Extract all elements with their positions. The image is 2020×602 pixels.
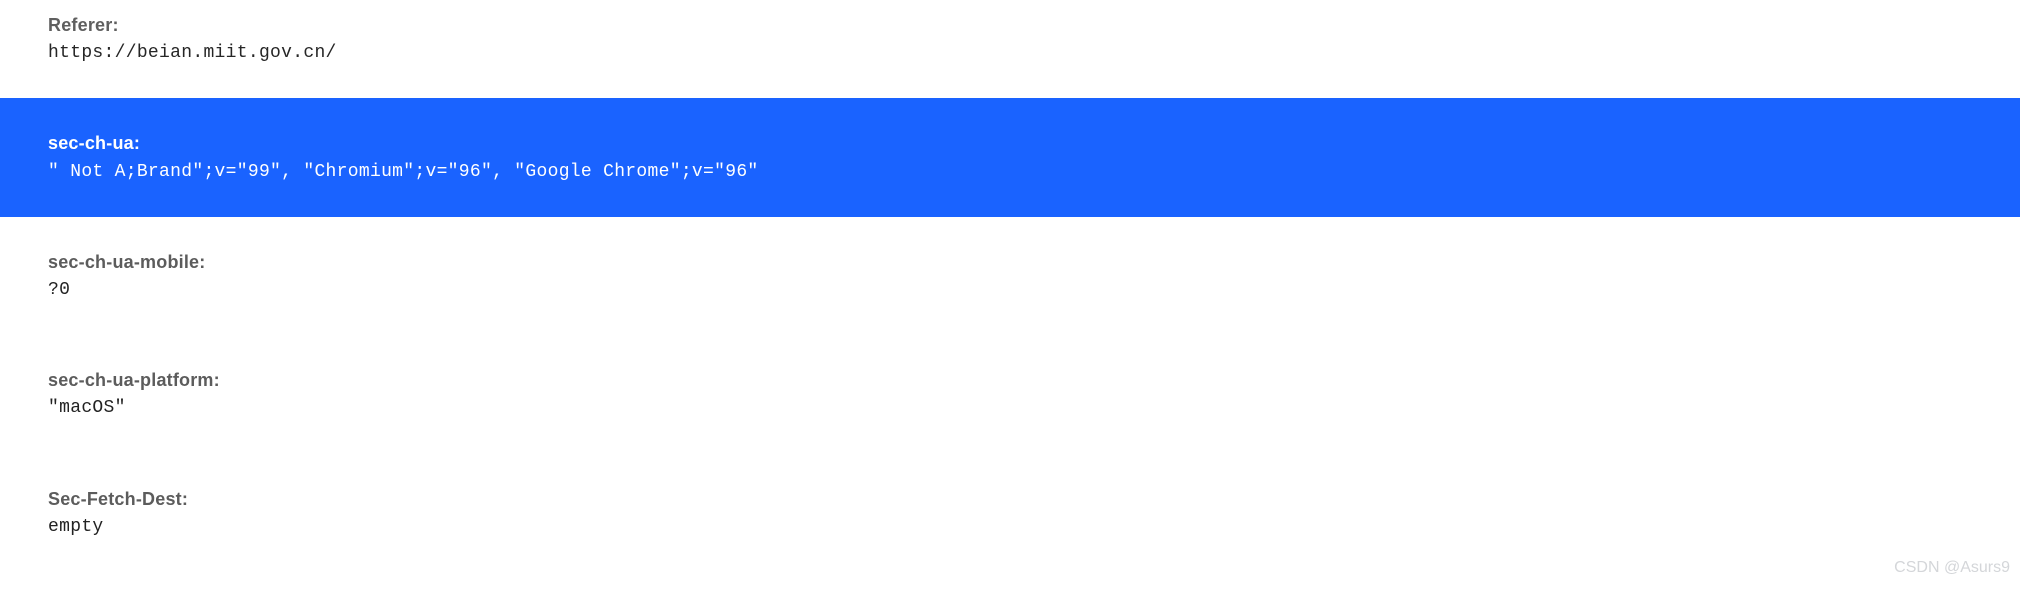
header-name: sec-ch-ua-platform: — [48, 370, 220, 390]
header-value: "macOS" — [48, 398, 126, 418]
header-row-sec-ch-ua-mobile[interactable]: sec-ch-ua-mobile: ?0 — [0, 217, 2020, 335]
header-value: " Not A;Brand";v="99", "Chromium";v="96"… — [48, 162, 759, 182]
header-name: sec-ch-ua: — [48, 133, 140, 153]
header-value: https://beian.miit.gov.cn/ — [48, 43, 337, 63]
header-name: Referer: — [48, 15, 119, 35]
header-row-sec-fetch-dest[interactable]: Sec-Fetch-Dest: empty — [0, 454, 2020, 572]
request-headers-list: Referer: https://beian.miit.gov.cn/ sec-… — [0, 0, 2020, 602]
header-name: Sec-Fetch-Dest: — [48, 489, 188, 509]
header-name: sec-ch-ua-mobile: — [48, 252, 205, 272]
header-row-referer[interactable]: Referer: https://beian.miit.gov.cn/ — [0, 0, 2020, 98]
header-value: empty — [48, 517, 104, 537]
header-row-sec-fetch-mode[interactable]: Sec-Fetch-Mode: cors — [0, 572, 2020, 602]
header-row-sec-ch-ua-platform[interactable]: sec-ch-ua-platform: "macOS" — [0, 335, 2020, 453]
header-row-sec-ch-ua[interactable]: sec-ch-ua: " Not A;Brand";v="99", "Chrom… — [0, 98, 2020, 216]
header-value: ?0 — [48, 280, 70, 300]
